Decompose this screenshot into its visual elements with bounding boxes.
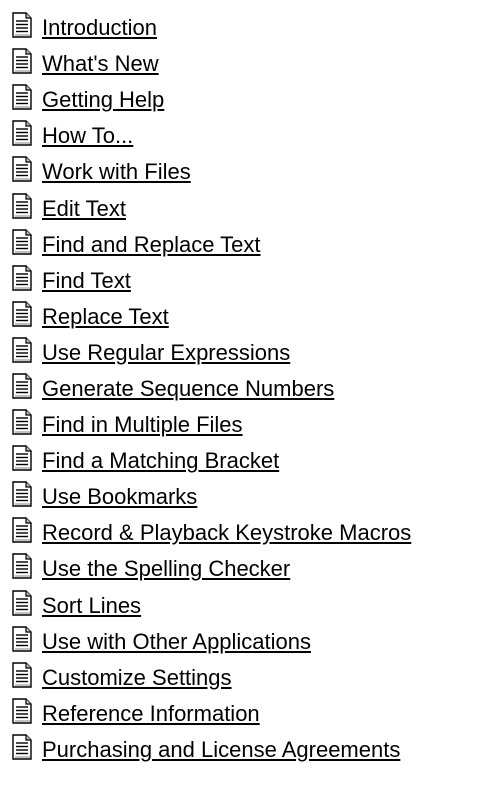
topic-link[interactable]: Work with Files xyxy=(42,159,191,185)
document-icon xyxy=(12,373,32,399)
list-item: Reference Information xyxy=(12,696,411,732)
document-icon xyxy=(12,481,32,507)
list-item: Use the Spelling Checker xyxy=(12,551,411,587)
document-icon xyxy=(12,409,32,435)
topic-link[interactable]: Record & Playback Keystroke Macros xyxy=(42,520,411,546)
topic-link[interactable]: What's New xyxy=(42,51,159,77)
topic-link[interactable]: Find in Multiple Files xyxy=(42,412,243,438)
list-item: Generate Sequence Numbers xyxy=(12,371,411,407)
document-icon xyxy=(12,156,32,183)
list-item: Getting Help xyxy=(12,82,411,118)
topic-link[interactable]: Find Text xyxy=(42,268,131,294)
topic-link[interactable]: Reference Information xyxy=(42,701,260,727)
help-topic-list: Introduction What's New Getting Help How To… xyxy=(12,10,411,768)
list-item: Find in Multiple Files xyxy=(12,407,411,443)
topic-link[interactable]: Getting Help xyxy=(42,87,164,113)
topic-link[interactable]: Use with Other Applications xyxy=(42,629,311,655)
document-icon xyxy=(12,301,32,327)
list-item: Edit Text xyxy=(12,190,411,226)
list-item: How To... xyxy=(12,118,411,154)
document-icon xyxy=(12,625,32,652)
list-item: Use Bookmarks xyxy=(12,479,411,515)
topic-link[interactable]: Find and Replace Text xyxy=(42,232,261,258)
list-item: Use with Other Applications xyxy=(12,624,411,660)
topic-link[interactable]: Sort Lines xyxy=(42,593,141,619)
list-item: Use Regular Expressions xyxy=(12,335,411,371)
list-item: Sort Lines xyxy=(12,588,411,624)
topic-link[interactable]: Generate Sequence Numbers xyxy=(42,376,334,402)
document-icon xyxy=(12,84,32,110)
topic-link[interactable]: Purchasing and License Agreements xyxy=(42,737,400,763)
topic-link[interactable]: Use Regular Expressions xyxy=(42,340,290,366)
topic-link[interactable]: Introduction xyxy=(42,15,157,41)
document-icon xyxy=(12,589,32,616)
document-icon xyxy=(12,120,32,147)
document-icon xyxy=(12,698,32,724)
topic-link[interactable]: Customize Settings xyxy=(42,665,232,691)
topic-link[interactable]: Use Bookmarks xyxy=(42,484,197,510)
document-icon xyxy=(12,734,32,760)
topic-link[interactable]: Edit Text xyxy=(42,196,126,222)
document-icon xyxy=(12,48,32,74)
document-icon xyxy=(12,517,32,544)
list-item: What's New xyxy=(12,46,411,82)
topic-link[interactable]: Find a Matching Bracket xyxy=(42,448,279,474)
topic-link[interactable]: Use the Spelling Checker xyxy=(42,556,290,582)
document-icon xyxy=(12,662,32,688)
list-item: Find Text xyxy=(12,263,411,299)
document-icon xyxy=(12,12,32,38)
list-item: Find a Matching Bracket xyxy=(12,443,411,479)
document-icon xyxy=(12,337,32,363)
list-item: Record & Playback Keystroke Macros xyxy=(12,515,411,551)
list-item: Customize Settings xyxy=(12,660,411,696)
document-icon xyxy=(12,265,32,291)
list-item: Replace Text xyxy=(12,299,411,335)
document-icon xyxy=(12,445,32,471)
topic-link[interactable]: Replace Text xyxy=(42,304,169,330)
list-item: Find and Replace Text xyxy=(12,227,411,263)
topic-link[interactable]: How To... xyxy=(42,123,133,149)
document-icon xyxy=(12,192,32,219)
list-item: Work with Files xyxy=(12,154,411,190)
list-item: Introduction xyxy=(12,10,411,46)
document-icon xyxy=(12,228,32,255)
list-item: Purchasing and License Agreements xyxy=(12,732,411,768)
document-icon xyxy=(12,553,32,580)
